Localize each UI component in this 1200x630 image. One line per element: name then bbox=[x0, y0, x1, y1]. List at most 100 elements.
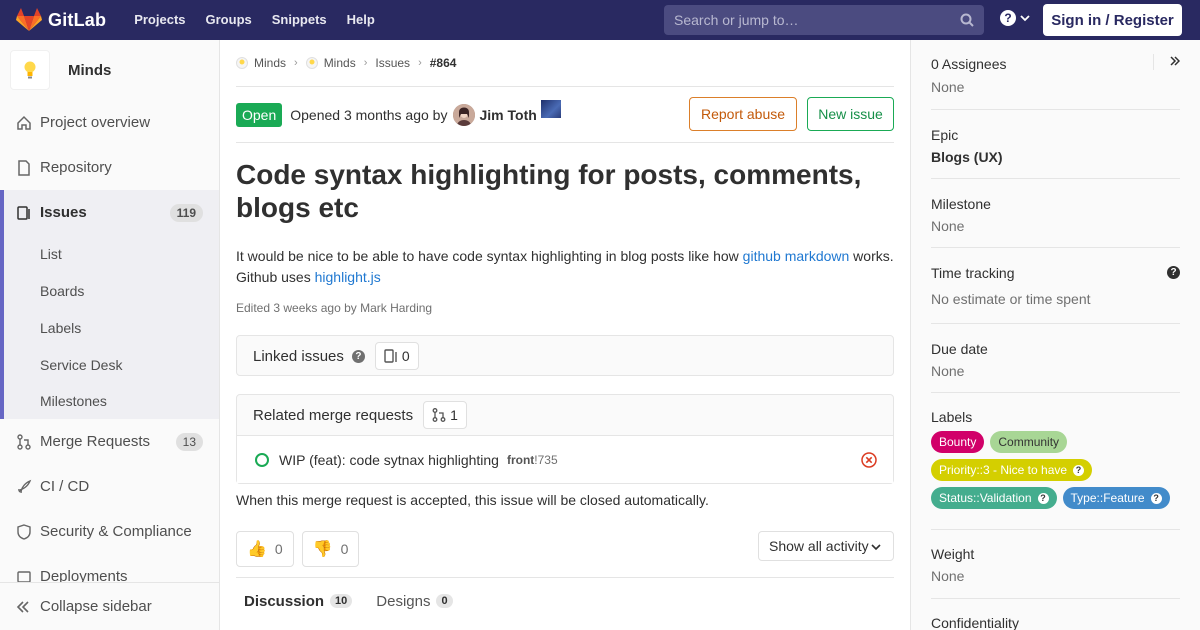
double-chevron-left-icon bbox=[16, 600, 29, 613]
thumbsup-button[interactable]: 👍 0 bbox=[236, 530, 294, 567]
merge-request-icon bbox=[17, 433, 31, 450]
sidebar-item-issues[interactable]: Issues 119 bbox=[4, 190, 219, 235]
labels-block: Labels Bounty Community Priority::3 - Ni… bbox=[931, 393, 1180, 530]
sign-in-button[interactable]: Sign in / Register bbox=[1043, 4, 1182, 36]
pipeline-failed-icon[interactable] bbox=[861, 452, 877, 468]
author-badge-image bbox=[540, 99, 561, 118]
label-text: Community bbox=[998, 435, 1060, 449]
due-date-block: Due date None bbox=[931, 324, 1180, 393]
sidebar-subitem-list[interactable]: List bbox=[4, 235, 219, 272]
github-markdown-link[interactable]: github markdown bbox=[743, 248, 850, 264]
help-icon[interactable]: ? bbox=[1167, 266, 1180, 279]
epic-value[interactable]: Blogs (UX) bbox=[931, 149, 1180, 165]
related-mrs-label: Related merge requests bbox=[253, 406, 414, 424]
document-icon bbox=[18, 159, 30, 176]
shield-icon bbox=[17, 523, 31, 540]
collapse-sidebar-button[interactable]: Collapse sidebar bbox=[0, 582, 219, 630]
tab-discussion[interactable]: Discussion 10 bbox=[244, 592, 353, 610]
related-mrs-header: Related merge requests 1 bbox=[237, 395, 893, 435]
auto-close-note: When this merge request is accepted, thi… bbox=[236, 492, 709, 508]
sidebar-item-repository[interactable]: Repository bbox=[0, 145, 219, 190]
tab-count: 0 bbox=[436, 594, 453, 608]
label-status[interactable]: Status::Validation? bbox=[931, 487, 1057, 509]
help-icon: ? bbox=[1073, 464, 1085, 476]
lightbulb-icon bbox=[236, 57, 248, 69]
sidebar-subitem-boards[interactable]: Boards bbox=[4, 272, 219, 309]
thumbsdown-icon: 👎 bbox=[312, 540, 333, 558]
help-icon[interactable]: ? bbox=[351, 349, 365, 363]
edited-note: Edited 3 weeks ago by Mark Harding bbox=[236, 301, 433, 315]
gitlab-logo-link[interactable]: GitLab bbox=[16, 0, 106, 40]
milestone-value: None bbox=[931, 218, 965, 234]
label-community[interactable]: Community bbox=[990, 431, 1068, 453]
search-placeholder: Search or jump to… bbox=[674, 12, 799, 28]
time-tracking-label: Time tracking bbox=[931, 265, 1015, 281]
merge-requests-count-badge: 13 bbox=[175, 432, 203, 451]
weight-label: Weight bbox=[931, 546, 975, 562]
highlightjs-link[interactable]: highlight.js bbox=[315, 269, 381, 285]
milestone-label: Milestone bbox=[931, 196, 991, 212]
chevron-right-icon: › bbox=[363, 57, 368, 69]
question-icon: ? bbox=[1000, 10, 1016, 26]
issues-count-badge: 119 bbox=[169, 203, 203, 222]
help-icon: ? bbox=[1037, 492, 1049, 504]
gitlab-logo-icon bbox=[16, 8, 42, 31]
new-issue-button[interactable]: New issue bbox=[807, 97, 894, 131]
sidebar-item-label: Issues bbox=[40, 204, 87, 221]
sidebar-item-label: Security & Compliance bbox=[40, 523, 192, 540]
sidebar-item-label: Merge Requests bbox=[40, 433, 151, 450]
weight-value: None bbox=[931, 568, 965, 584]
breadcrumb-issues[interactable]: Issues bbox=[375, 56, 410, 70]
sidebar-item-security[interactable]: Security & Compliance bbox=[0, 509, 219, 554]
related-mr-item[interactable]: WIP (feat): code sytnax highlighting fro… bbox=[237, 435, 893, 483]
milestone-block: Milestone None bbox=[931, 179, 1180, 248]
expand-sidebar-icon[interactable] bbox=[1170, 56, 1180, 66]
award-emoji-bar: 👍 0 👎 0 Show all activity bbox=[236, 520, 894, 578]
project-sidebar: Minds Project overview Repository Issues… bbox=[0, 40, 220, 630]
assignees-label: 0 Assignees bbox=[931, 56, 1007, 72]
author-avatar[interactable] bbox=[453, 103, 476, 126]
label-type[interactable]: Type::Feature? bbox=[1062, 487, 1170, 509]
breadcrumb-issue-id[interactable]: #864 bbox=[430, 56, 457, 70]
sidebar-subitem-labels[interactable]: Labels bbox=[4, 309, 219, 346]
linked-issues-box: Linked issues ? 0 bbox=[236, 335, 894, 376]
help-dropdown[interactable]: ? bbox=[1000, 10, 1030, 26]
nav-groups[interactable]: Groups bbox=[196, 0, 262, 40]
label-text: Type::Feature bbox=[1070, 491, 1145, 505]
due-date-value: None bbox=[931, 363, 965, 379]
sidebar-item-ci-cd[interactable]: CI / CD bbox=[0, 464, 219, 509]
issues-icon bbox=[17, 205, 30, 220]
chevron-down-icon bbox=[871, 544, 881, 551]
sidebar-item-merge-requests[interactable]: Merge Requests 13 bbox=[0, 419, 219, 464]
rocket-icon bbox=[17, 479, 32, 493]
label-priority[interactable]: Priority::3 - Nice to have? bbox=[931, 459, 1093, 481]
sidebar-subitem-service-desk[interactable]: Service Desk bbox=[4, 346, 219, 383]
author-link[interactable]: Jim Toth bbox=[479, 107, 536, 123]
mr-title-link[interactable]: WIP (feat): code sytnax highlighting bbox=[279, 452, 499, 468]
chevron-right-icon: › bbox=[294, 57, 298, 69]
status-badge: Open bbox=[236, 102, 283, 127]
nav-snippets[interactable]: Snippets bbox=[262, 0, 337, 40]
count-value: 0 bbox=[401, 348, 410, 364]
tab-designs[interactable]: Designs 0 bbox=[376, 592, 453, 610]
project-name: Minds bbox=[68, 61, 112, 79]
search-input[interactable]: Search or jump to… bbox=[664, 5, 984, 35]
merge-request-icon bbox=[432, 408, 446, 422]
breadcrumb-group[interactable]: Minds bbox=[236, 56, 286, 70]
sidebar-item-project-overview[interactable]: Project overview bbox=[0, 100, 219, 145]
thumbsdown-button[interactable]: 👎 0 bbox=[301, 530, 360, 567]
report-abuse-button[interactable]: Report abuse bbox=[689, 97, 797, 131]
sidebar-subitem-milestones[interactable]: Milestones bbox=[4, 383, 219, 419]
breadcrumb-project[interactable]: Minds bbox=[305, 56, 356, 70]
nav-help[interactable]: Help bbox=[337, 0, 385, 40]
time-tracking-block: Time tracking No estimate or time spent … bbox=[931, 248, 1180, 324]
tab-label: Designs bbox=[376, 592, 431, 610]
project-header[interactable]: Minds bbox=[0, 40, 219, 100]
tab-label: Discussion bbox=[244, 592, 325, 610]
label-bounty[interactable]: Bounty bbox=[931, 431, 985, 453]
thumbsdown-count: 0 bbox=[340, 540, 349, 557]
label-text: Status::Validation bbox=[939, 491, 1032, 505]
related-mrs-box: Related merge requests 1 WIP (feat): cod… bbox=[236, 394, 894, 484]
activity-filter-dropdown[interactable]: Show all activity bbox=[758, 531, 894, 561]
nav-projects[interactable]: Projects bbox=[128, 0, 195, 40]
